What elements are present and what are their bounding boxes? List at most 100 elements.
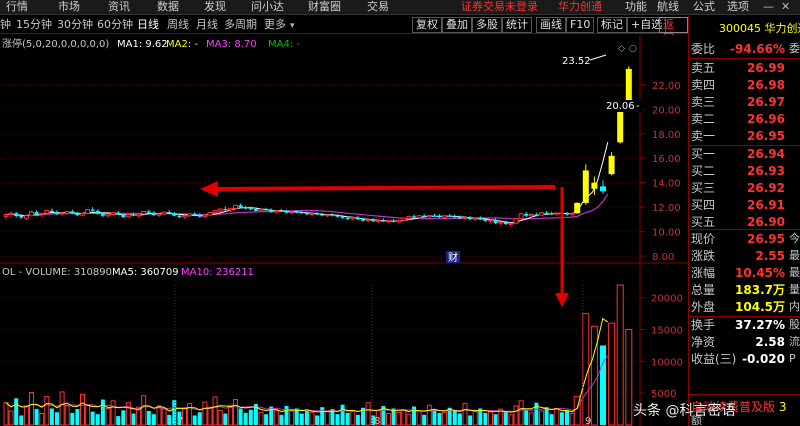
ask-level[interactable]: 卖一 26.95 (689, 129, 800, 143)
candle-body (315, 213, 320, 215)
candle-body (493, 220, 498, 224)
volume-bar (151, 414, 156, 425)
bid-level-value: 26.92 (747, 181, 785, 195)
bid-level[interactable]: 买四 26.91 (689, 198, 800, 212)
ask-level-label: 卖一 (691, 129, 716, 143)
menu-quotes[interactable]: 行情 (6, 0, 28, 15)
overlay-button[interactable]: 叠加 (442, 17, 472, 33)
menu-market[interactable]: 市场 (58, 0, 80, 15)
menu-wealth-circle[interactable]: 财富圈 (308, 0, 341, 15)
statistics-button[interactable]: 统计 (502, 17, 532, 33)
menu-trade[interactable]: 交易 (367, 0, 389, 15)
weibi-row: 委比 -94.66% 委 (689, 42, 800, 56)
volume-tick-label: 10000 (651, 357, 683, 368)
volume-bar (493, 414, 498, 425)
candle-body (238, 205, 243, 208)
quote-stat-label: 外盘 (691, 300, 716, 314)
volume-bar (279, 414, 284, 425)
candle-body (330, 214, 335, 216)
ma3-label: MA3: 8.70 (206, 39, 257, 50)
candle-body (513, 218, 519, 224)
tab-period-15min[interactable]: 15分钟 (16, 18, 52, 32)
circle-icon[interactable]: ○ (629, 44, 637, 54)
candle-body (498, 221, 504, 224)
quote-header: 300045 华力创通 (689, 16, 800, 40)
tab-period-weekly[interactable]: 周线 (167, 18, 189, 32)
quote-stat[interactable]: 涨幅 10.45% 最 (689, 266, 800, 280)
quote-fundamental-extra: 股 (789, 318, 800, 331)
minimize-icon[interactable]: — (763, 0, 774, 15)
restore-rights-button[interactable]: 复权 (412, 17, 442, 33)
tab-period-min[interactable]: 钟 (0, 18, 11, 32)
candle-body (227, 207, 233, 211)
tab-period-monthly[interactable]: 月线 (196, 18, 218, 32)
menu-data[interactable]: 数据 (157, 0, 179, 15)
menu-discover[interactable]: 发现 (204, 0, 226, 15)
f10-button[interactable]: F10 (566, 17, 595, 33)
event-marker[interactable]: 财 (448, 251, 458, 264)
candle-body (391, 220, 396, 222)
ask-level[interactable]: 卖三 26.97 (689, 95, 800, 109)
price-tick-label: 20.00 (652, 105, 681, 116)
menu-function[interactable]: 功能 (625, 0, 647, 15)
menu-formula[interactable]: 公式 (693, 0, 715, 15)
candle-body (401, 217, 407, 221)
volume-bar (304, 409, 309, 425)
bid-level[interactable]: 买五 26.90 (689, 215, 800, 229)
bid-level[interactable]: 买一 26.94 (689, 147, 800, 161)
ask-level[interactable]: 卖四 26.98 (689, 78, 800, 92)
volume-bar (238, 408, 243, 425)
price-tick-label: 14.00 (652, 179, 681, 190)
close-icon[interactable]: ✕ (781, 0, 790, 15)
ask-level[interactable]: 卖五 26.99 (689, 61, 800, 75)
bid-level[interactable]: 买三 26.92 (689, 181, 800, 195)
more-dropdown-icon[interactable]: ▾ (290, 19, 295, 33)
tab-period-30min[interactable]: 30分钟 (57, 18, 93, 32)
candle-body (554, 212, 560, 215)
quote-stat[interactable]: 涨跌 2.55 最 (689, 249, 800, 263)
top-menu-bar: 行情 市场 资讯 数据 发现 问小达 财富圈 交易 证券交易未登录 华力创通 功… (0, 0, 800, 15)
quote-fundamental[interactable]: 净资 2.58 流 (689, 335, 800, 349)
quote-fundamental-label: 换手 (691, 318, 716, 332)
quote-fundamental[interactable]: 收益(三) -0.020 P (689, 352, 800, 366)
menu-news[interactable]: 资讯 (108, 0, 130, 15)
candle-body (29, 211, 34, 217)
volume-bar (544, 407, 549, 425)
mark-price-label: 20.06 (606, 101, 635, 112)
trade-login-alert[interactable]: 证券交易未登录 (461, 0, 538, 15)
candle-body (617, 111, 624, 143)
volume-bar (264, 414, 269, 425)
ask-level[interactable]: 卖二 26.96 (689, 112, 800, 126)
volume-tick-label: 15000 (651, 326, 683, 337)
menu-ask[interactable]: 问小达 (251, 0, 284, 15)
diamond-icon[interactable]: ◇ (618, 44, 625, 54)
volume-bar (335, 414, 340, 425)
volume-bar (172, 400, 177, 425)
candle-body (110, 212, 116, 216)
candle-body (80, 213, 85, 216)
bid-level[interactable]: 买二 26.93 (689, 164, 800, 178)
tab-period-daily[interactable]: 日线 (137, 18, 159, 32)
quote-stat[interactable]: 总量 183.7万量 (689, 283, 800, 297)
stock-chart[interactable]: 涨停(5,0,20,0,0,0,0,0) MA1: 9.62 MA2: - MA… (0, 35, 688, 426)
candle-body (350, 217, 356, 220)
draw-line-button[interactable]: 画线 (536, 17, 566, 33)
multi-stock-button[interactable]: 多股 (472, 17, 502, 33)
weibi-label: 委比 (691, 42, 716, 56)
menu-route[interactable]: 航线 (657, 0, 679, 15)
back-button[interactable]: 返回 (659, 17, 688, 45)
ask-level-label: 卖二 (691, 112, 716, 126)
quote-stat[interactable]: 现价 26.95 今 (689, 232, 800, 246)
candle-body (396, 219, 402, 223)
candle-body (582, 170, 589, 203)
quote-fundamental[interactable]: 换手 37.27% 股 (689, 318, 800, 332)
quote-stat[interactable]: 外盘 104.5万内 (689, 300, 800, 314)
tab-period-more[interactable]: 更多 (264, 18, 286, 32)
volume-bar (412, 406, 416, 425)
candle-body (167, 212, 172, 214)
mark-button[interactable]: 标记 (597, 17, 627, 33)
menu-options[interactable]: 选项 (727, 0, 749, 15)
tab-period-multi[interactable]: 多周期 (224, 18, 257, 32)
tab-period-60min[interactable]: 60分钟 (97, 18, 133, 32)
quote-stat-value: 104.5万 (735, 300, 785, 314)
